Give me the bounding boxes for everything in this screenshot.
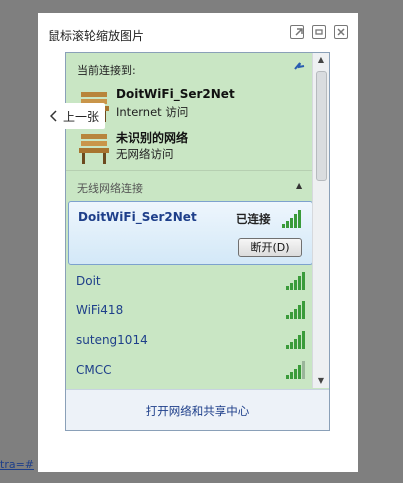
wireless-header: 无线网络连接	[77, 182, 143, 195]
network-name: Doit	[76, 274, 101, 288]
bottom-link[interactable]: tra=#	[0, 458, 34, 471]
previous-image-button[interactable]: 上一张	[44, 103, 106, 129]
scrollbar[interactable]: ▲ ▼	[312, 53, 329, 388]
connected-network-status: Internet 访问	[116, 105, 189, 119]
connected-header: 当前连接到:	[77, 64, 136, 77]
scroll-thumb[interactable]	[316, 71, 327, 181]
signal-icon	[286, 331, 305, 349]
viewer-toolbar	[290, 25, 348, 39]
connected-network-name: DoitWiFi_Ser2Net	[116, 87, 235, 101]
network-item-cmcc[interactable]: CMCC	[76, 361, 306, 381]
flyout-footer: 打开网络和共享中心	[66, 389, 329, 430]
selected-network-item[interactable]: DoitWiFi_Ser2Net 已连接 断开(D)	[68, 201, 313, 265]
network-name: suteng1014	[76, 333, 148, 347]
external-link-icon[interactable]	[290, 25, 304, 39]
network-name: CMCC	[76, 363, 112, 377]
previous-image-label: 上一张	[63, 109, 100, 124]
network-item-wifi418[interactable]: WiFi418	[76, 301, 306, 321]
signal-icon	[286, 361, 305, 379]
connected-network-name: 未识别的网络	[116, 131, 189, 145]
connected-network-status: 无网络访问	[116, 147, 174, 161]
signal-icon	[282, 210, 301, 228]
selected-network-name: DoitWiFi_Ser2Net	[78, 210, 197, 224]
divider	[66, 170, 315, 171]
close-icon[interactable]	[334, 25, 348, 39]
signal-icon	[286, 272, 305, 290]
connected-network-1: DoitWiFi_Ser2Net Internet 访问	[78, 87, 278, 129]
network-bench-icon	[79, 134, 109, 164]
selected-network-status: 已连接	[236, 212, 271, 226]
connected-network-2: 未识别的网络 无网络访问	[78, 129, 278, 171]
scroll-down-arrow[interactable]: ▼	[313, 374, 329, 388]
network-sharing-center-link[interactable]: 打开网络和共享中心	[146, 404, 250, 418]
signal-icon	[286, 301, 305, 319]
chevron-left-icon	[50, 110, 57, 122]
network-item-doit[interactable]: Doit	[76, 272, 306, 292]
collapse-icon[interactable]: ▲	[296, 181, 302, 190]
refresh-icon[interactable]	[292, 59, 308, 75]
viewer-title: 鼠标滚轮缩放图片	[48, 29, 145, 43]
disconnect-button[interactable]: 断开(D)	[238, 238, 302, 257]
fit-screen-icon[interactable]	[312, 25, 326, 39]
scroll-up-arrow[interactable]: ▲	[313, 53, 329, 67]
network-item-suteng1014[interactable]: suteng1014	[76, 331, 306, 351]
network-name: WiFi418	[76, 303, 124, 317]
